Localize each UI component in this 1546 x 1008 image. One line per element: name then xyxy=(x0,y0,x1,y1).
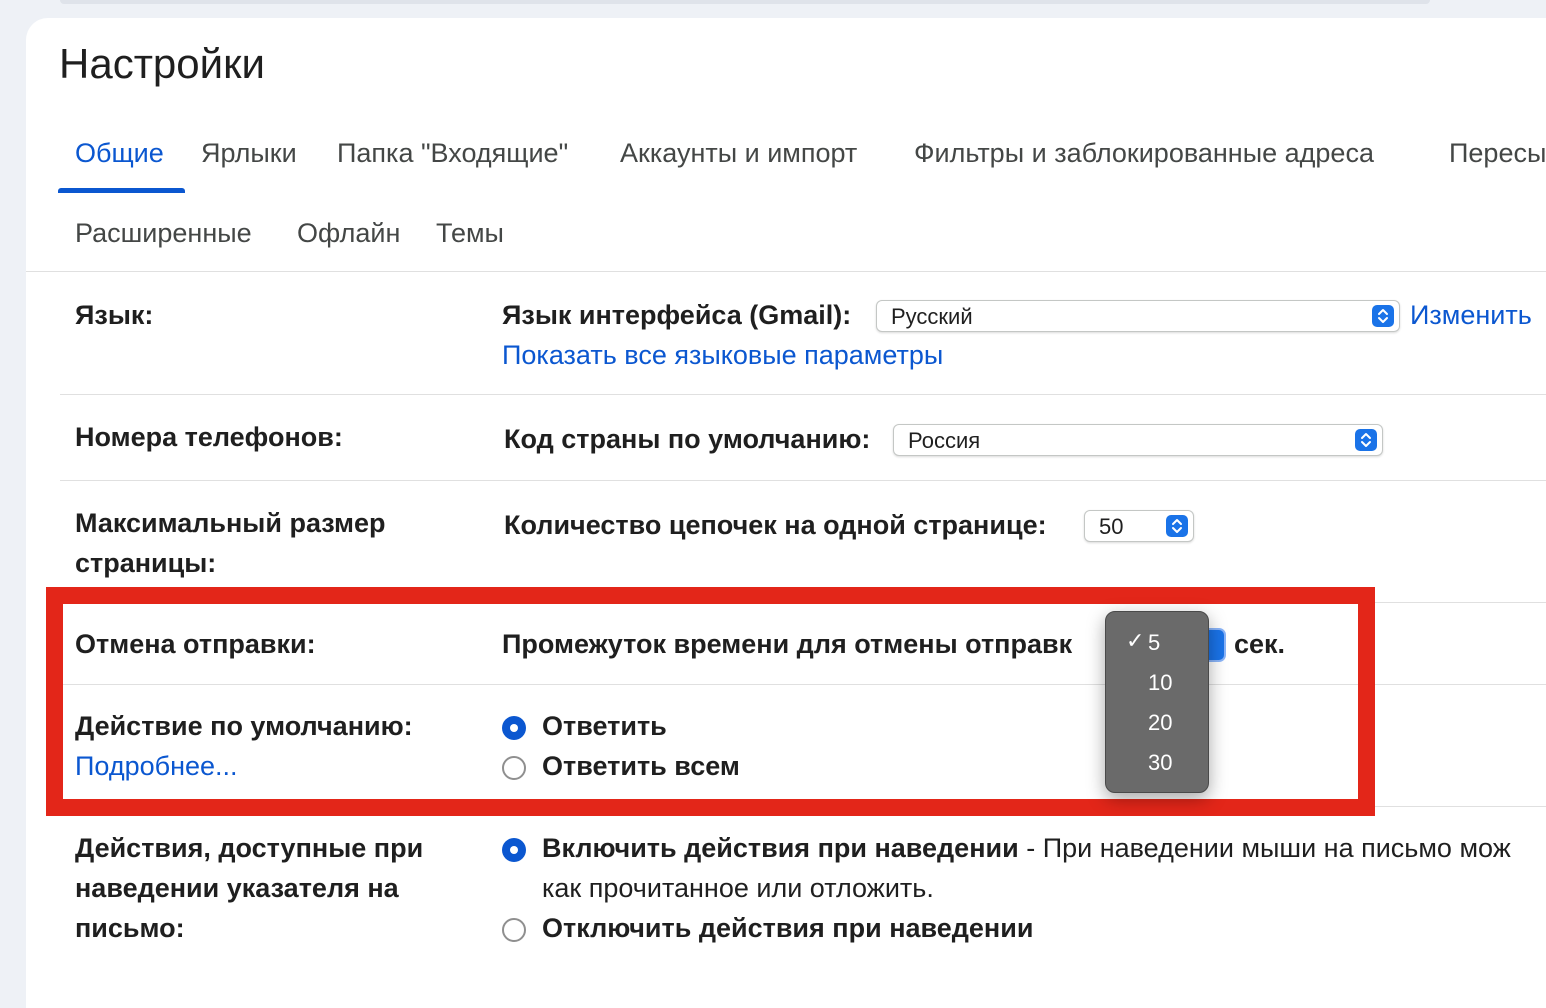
country-code-select[interactable]: Россия xyxy=(893,424,1383,456)
top-edge xyxy=(60,0,1430,4)
show-all-language-options-link[interactable]: Показать все языковые параметры xyxy=(502,335,943,375)
tab-accounts-import[interactable]: Аккаунты и импорт xyxy=(620,138,857,169)
tabs-divider xyxy=(26,271,1546,272)
undo-send-dropdown[interactable]: ✓ 5 10 20 30 xyxy=(1105,611,1209,793)
row-divider xyxy=(60,394,1546,395)
select-stepper-icon xyxy=(1355,429,1377,451)
tab-forwarding[interactable]: Пересы xyxy=(1449,138,1546,169)
enable-hover-actions-line: Включить действия при наведении - При на… xyxy=(542,828,1511,868)
tab-inbox[interactable]: Папка "Входящие" xyxy=(337,138,568,169)
select-stepper-icon xyxy=(1372,305,1394,327)
select-stepper-icon xyxy=(1166,515,1188,537)
hover-actions-label-line2: наведении указателя на xyxy=(75,873,399,903)
enable-hover-actions-description: - При наведении мыши на письмо мож xyxy=(1018,833,1511,863)
threads-per-page-label: Количество цепочек на одной странице: xyxy=(504,510,1047,540)
enable-hover-actions-radio[interactable] xyxy=(502,838,526,862)
country-code-select-value: Россия xyxy=(908,428,981,453)
tab-general[interactable]: Общие xyxy=(75,138,164,169)
enable-hover-actions-description-line2: как прочитанное или отложить. xyxy=(542,873,934,903)
ui-language-label: Язык интерфейса (Gmail): xyxy=(502,300,852,330)
threads-per-page-value: 50 xyxy=(1099,514,1124,539)
tab-filters-blocked[interactable]: Фильтры и заблокированные адреса xyxy=(914,138,1374,169)
tab-labels[interactable]: Ярлыки xyxy=(201,138,297,169)
hover-actions-label-line3: письмо: xyxy=(75,913,185,943)
tab-themes[interactable]: Темы xyxy=(436,218,504,249)
row-divider xyxy=(60,480,1546,481)
threads-per-page-select[interactable]: 50 xyxy=(1084,510,1194,542)
language-label: Язык: xyxy=(75,300,154,330)
tab-advanced[interactable]: Расширенные xyxy=(75,218,252,249)
country-code-label: Код страны по умолчанию: xyxy=(504,424,871,454)
phones-label: Номера телефонов: xyxy=(75,422,343,452)
enable-hover-actions-label[interactable]: Включить действия при наведении xyxy=(542,833,1019,863)
page-size-label-line2: страницы: xyxy=(75,548,217,578)
language-select-value: Русский xyxy=(891,304,973,329)
disable-hover-actions-radio[interactable] xyxy=(502,918,526,942)
active-tab-indicator xyxy=(58,188,185,193)
page-title: Настройки xyxy=(59,40,265,87)
change-language-link[interactable]: Изменить xyxy=(1410,295,1532,335)
page-size-label-line1: Максимальный размер xyxy=(75,508,386,538)
hover-actions-label-line1: Действия, доступные при xyxy=(75,833,424,863)
disable-hover-actions-label[interactable]: Отключить действия при наведении xyxy=(542,908,1033,948)
language-select[interactable]: Русский xyxy=(876,300,1400,332)
tab-offline[interactable]: Офлайн xyxy=(297,218,400,249)
checkmark-icon: ✓ xyxy=(1126,628,1145,653)
